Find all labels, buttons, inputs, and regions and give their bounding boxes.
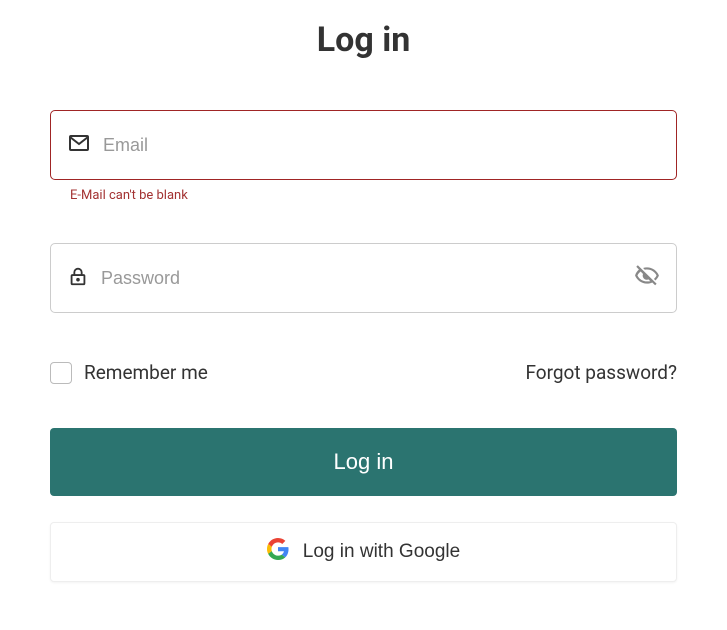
visibility-off-icon[interactable]	[634, 263, 660, 293]
login-button[interactable]: Log in	[50, 428, 677, 496]
lock-icon	[67, 265, 89, 291]
email-field-wrapper	[50, 110, 677, 180]
email-icon	[67, 131, 91, 159]
forgot-password-link[interactable]: Forgot password?	[525, 361, 677, 384]
remember-checkbox[interactable]	[50, 362, 72, 384]
remember-me[interactable]: Remember me	[50, 361, 208, 384]
google-login-button[interactable]: Log in with Google	[50, 522, 677, 582]
email-input[interactable]	[103, 135, 660, 156]
login-form: Log in E-Mail can't be blank	[50, 0, 677, 582]
google-button-label: Log in with Google	[303, 541, 460, 563]
password-field-wrapper	[50, 243, 677, 313]
google-icon	[267, 538, 289, 566]
remember-label: Remember me	[84, 361, 208, 384]
page-title: Log in	[50, 20, 677, 60]
password-input[interactable]	[101, 268, 634, 289]
email-error-text: E-Mail can't be blank	[70, 188, 677, 203]
